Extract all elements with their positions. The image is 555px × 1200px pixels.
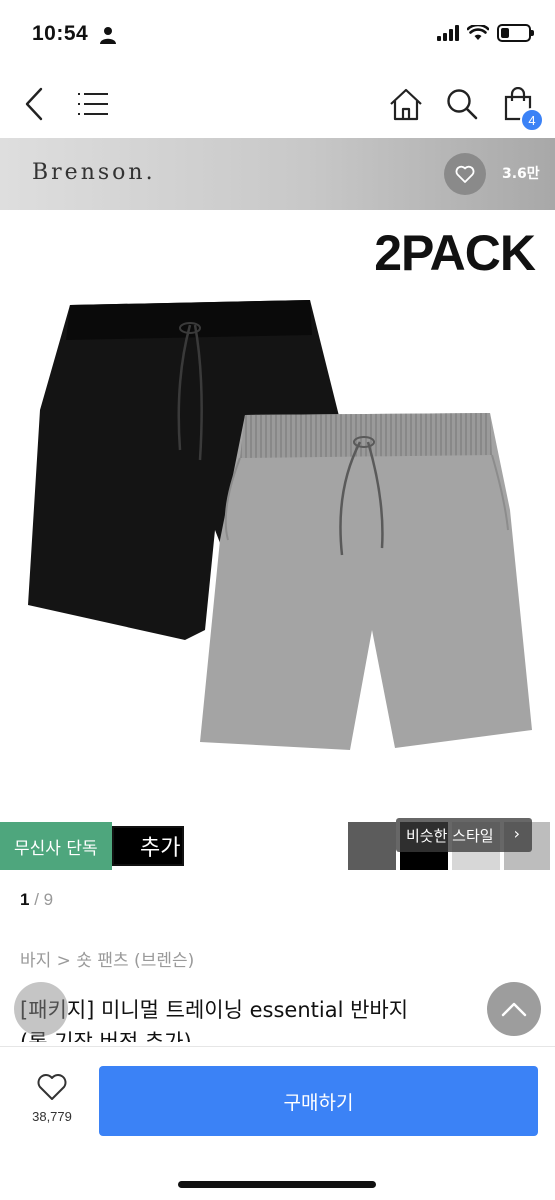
brand-like-count: 3.6만 — [502, 166, 540, 182]
scroll-top-button[interactable] — [487, 982, 541, 1036]
floating-button-left[interactable] — [14, 982, 68, 1036]
search-icon — [447, 89, 478, 120]
like-button[interactable]: 38,779 — [24, 1073, 80, 1124]
similar-style-button[interactable]: 비슷한 스타일 › — [396, 818, 532, 852]
chevron-left-icon — [25, 87, 43, 121]
product-title-line1: [패키지] 미니멀 트레이닝 essential 반바지 — [20, 998, 409, 1022]
option-text: 추가 — [140, 836, 181, 861]
home-icon — [390, 88, 422, 121]
wifi-icon — [467, 25, 489, 40]
signal-icon — [437, 25, 459, 41]
image-pager: 1 / 9 — [20, 890, 53, 910]
cart-button[interactable]: 4 — [498, 84, 544, 132]
menu-button[interactable] — [72, 84, 112, 124]
status-bar: 10:54 — [0, 0, 555, 70]
home-indicator — [178, 1181, 376, 1188]
like-count: 38,779 — [32, 1109, 72, 1124]
chevron-right-icon: › — [513, 824, 520, 843]
shorts-illustration — [28, 300, 532, 750]
status-indicators — [437, 24, 534, 42]
back-button[interactable] — [14, 84, 54, 124]
brand-name: Brenson. — [32, 160, 156, 185]
status-time: 10:54 — [32, 22, 89, 45]
menu-icon — [78, 93, 108, 115]
person-icon — [100, 27, 116, 44]
option-thumbnail[interactable]: 추가 — [112, 826, 184, 866]
brand-like-button[interactable] — [444, 153, 486, 195]
battery-icon — [497, 24, 534, 42]
product-title: [패키지] 미니멀 트레이닝 essential 반바지 (롱 기장 버전 추가… — [20, 994, 510, 1042]
product-title-line2: (롱 기장 버전 추가) — [20, 1030, 192, 1042]
similar-style-label: 비슷한 스타일 — [406, 826, 494, 845]
thumbnail-1[interactable] — [348, 822, 396, 870]
search-button[interactable] — [442, 84, 482, 124]
heart-icon — [37, 1074, 67, 1100]
pager-total: 9 — [43, 890, 54, 909]
cart-count-badge: 4 — [520, 108, 544, 132]
buy-button[interactable]: 구매하기 — [99, 1066, 538, 1136]
breadcrumb[interactable]: 바지 > 숏 팬츠 (브렌슨) — [20, 946, 194, 971]
bottom-bar: 38,779 구매하기 — [0, 1046, 555, 1200]
home-button[interactable] — [386, 84, 426, 124]
product-image[interactable]: 2PACK — [0, 210, 555, 815]
pager-separator: / — [29, 890, 44, 909]
heart-icon — [455, 165, 475, 183]
exclusive-badge: 무신사 단독 — [0, 822, 112, 870]
thumbnail-row: 추가 무신사 단독 비슷한 스타일 › — [0, 816, 555, 876]
chevron-up-icon — [501, 1002, 527, 1017]
nav-bar: 4 — [0, 70, 555, 138]
grey-shorts-image — [200, 413, 532, 750]
